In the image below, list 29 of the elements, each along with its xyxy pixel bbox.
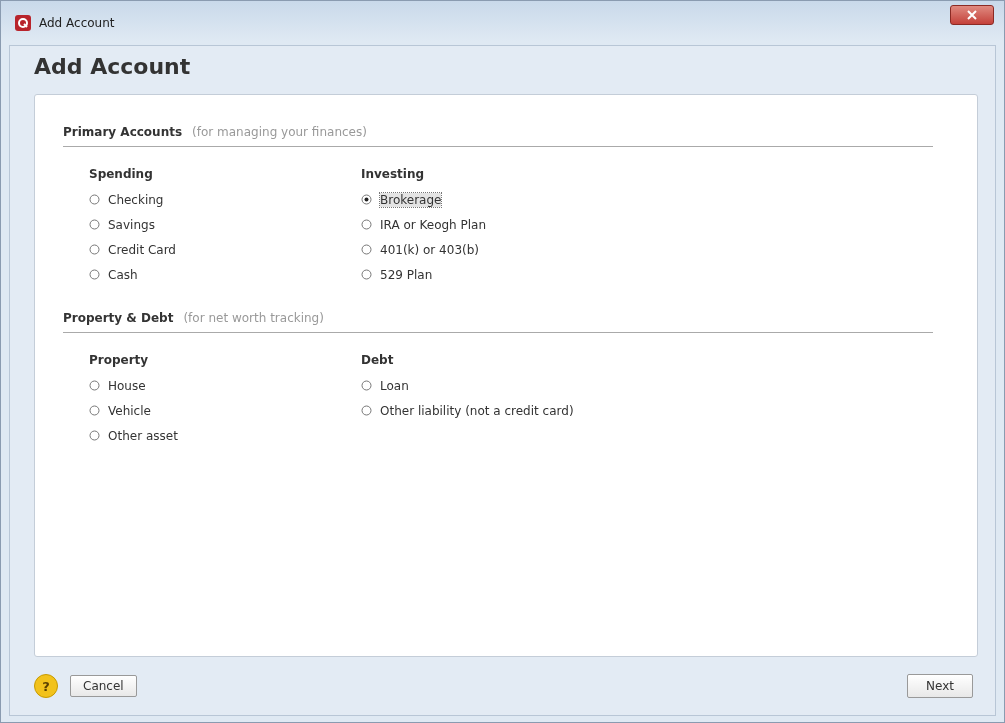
radio-option[interactable]: Savings bbox=[89, 212, 155, 237]
radio-option[interactable]: Checking bbox=[89, 187, 164, 212]
section-hint: (for managing your finances) bbox=[192, 125, 367, 139]
group-title: Spending bbox=[89, 167, 154, 181]
cancel-button[interactable]: Cancel bbox=[70, 675, 137, 697]
help-button[interactable]: ? bbox=[34, 674, 58, 698]
radio-option[interactable]: Vehicle bbox=[89, 398, 151, 423]
app-logo-icon bbox=[15, 15, 31, 31]
close-button[interactable] bbox=[950, 5, 994, 25]
close-icon bbox=[967, 10, 977, 20]
radio-option[interactable]: Cash bbox=[89, 262, 138, 287]
group-title: Debt bbox=[361, 353, 395, 367]
radio-option[interactable]: IRA or Keogh Plan bbox=[361, 212, 487, 237]
radio-option[interactable]: 529 Plan bbox=[361, 262, 433, 287]
radio-option[interactable]: House bbox=[89, 373, 146, 398]
radio-option[interactable]: Credit Card bbox=[89, 237, 176, 262]
window-title: Add Account bbox=[39, 16, 116, 30]
section-title: Primary Accounts bbox=[63, 125, 183, 139]
radio-option[interactable]: Other liability (not a credit card) bbox=[361, 398, 574, 423]
next-button[interactable]: Next bbox=[907, 674, 973, 698]
group-title: Investing bbox=[361, 167, 426, 181]
section-hint: (for net worth tracking) bbox=[183, 311, 324, 325]
page-heading: Add Account bbox=[33, 53, 192, 81]
section-title: Property & Debt bbox=[63, 311, 174, 325]
radio-option[interactable]: 401(k) or 403(b) bbox=[361, 237, 479, 262]
radio-option[interactable]: Other asset bbox=[89, 423, 178, 448]
radio-option[interactable]: Brokerage bbox=[361, 187, 442, 212]
group-title: Property bbox=[89, 353, 150, 367]
radio-option[interactable]: Loan bbox=[361, 373, 409, 398]
